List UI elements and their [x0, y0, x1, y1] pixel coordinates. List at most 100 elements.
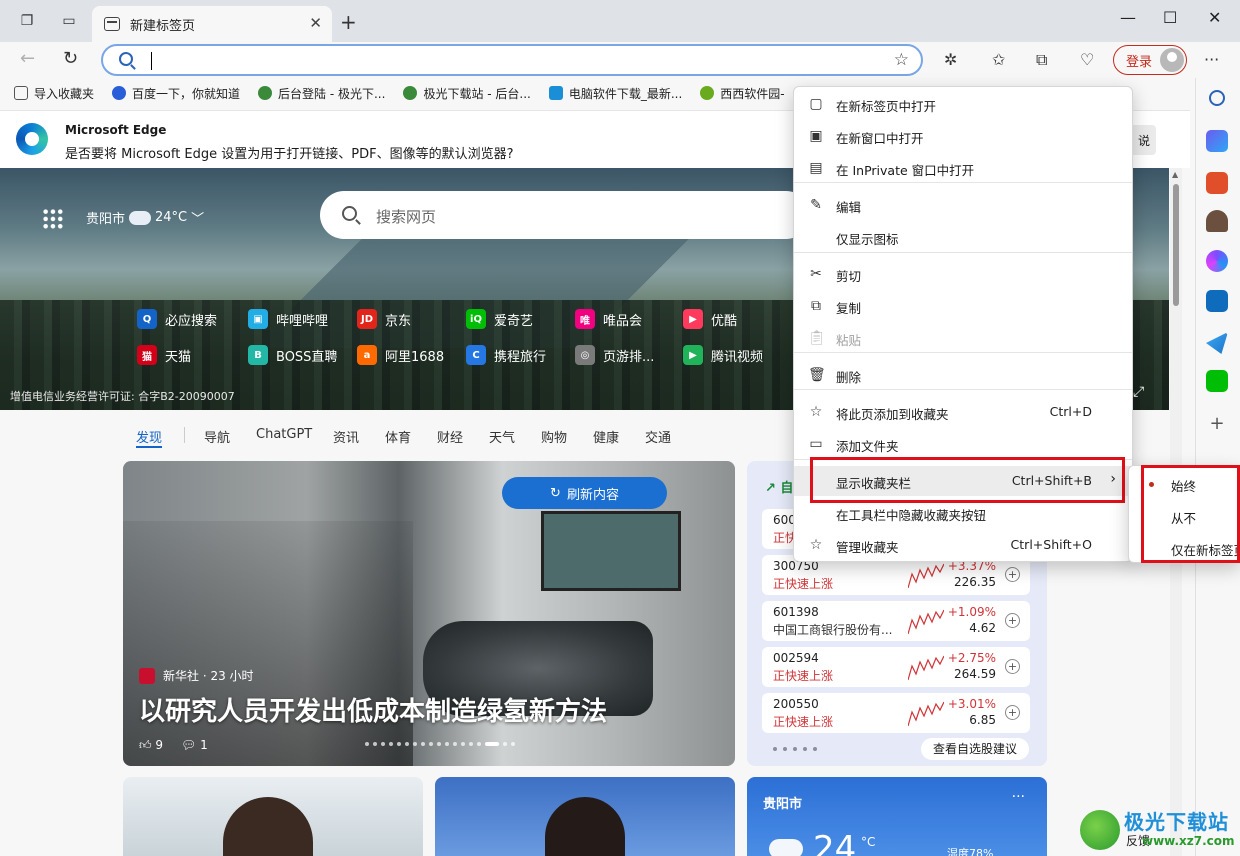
close-window-icon[interactable]: ✕ [1208, 8, 1221, 27]
weather-card[interactable]: 贵阳市 ··· 24 °C 湿度78% [747, 777, 1047, 856]
content-tab-7[interactable]: 购物 [541, 427, 567, 446]
copilot-icon[interactable] [1206, 250, 1228, 272]
hero-weather[interactable]: 贵阳市 24°C ﹀ [86, 205, 204, 227]
workspaces-icon[interactable]: ❐ [16, 10, 38, 32]
quicklink-label: 爱奇艺 [494, 313, 534, 329]
favorites-icon[interactable]: ✩ [992, 50, 1005, 69]
content-tab-2[interactable]: ChatGPT [256, 427, 312, 442]
menu-item-8[interactable]: 🗑︎ 删除 [794, 360, 1132, 390]
web-search-box[interactable]: 搜索网页 [320, 191, 810, 239]
content-tab-3[interactable]: 资讯 [333, 427, 359, 446]
watermark-text: 极光下载站 [1124, 810, 1229, 834]
maximize-icon[interactable]: ☐ [1163, 8, 1177, 27]
minimize-icon[interactable]: — [1120, 8, 1136, 27]
quicklink-bing[interactable]: Q 必应搜索 [137, 309, 217, 329]
more-options-icon[interactable]: ··· [1012, 789, 1025, 805]
bookmark-xixi[interactable]: 西西软件园- [700, 85, 785, 102]
add-stock-icon[interactable]: + [1005, 613, 1020, 628]
content-tab-1[interactable]: 导航 [204, 427, 230, 446]
content-tab-4[interactable]: 体育 [385, 427, 411, 446]
stock-row[interactable]: 002594 正快速上涨 +2.75% 264.59 + [762, 647, 1030, 687]
quicklink-jd[interactable]: JD 京东 [357, 309, 411, 329]
sidebar-search-icon[interactable] [1209, 90, 1225, 106]
like-button[interactable]: 👍︎ 9 [139, 738, 163, 753]
menu-item-5[interactable]: ✂ 剪切 [794, 259, 1132, 289]
content-tab-0[interactable]: 发现 [136, 427, 162, 446]
quicklink-boss[interactable]: B BOSS直聘 [248, 345, 337, 365]
tab-title: 新建标签页 [130, 18, 196, 34]
refresh-content-button[interactable]: ↻ 刷新内容 [502, 477, 667, 509]
menu-item-3[interactable]: ✎ 编辑 [794, 190, 1132, 220]
menu-item-label: 剪切 [836, 269, 862, 284]
content-tab-9[interactable]: 交通 [645, 427, 671, 446]
close-tab-icon[interactable]: ✕ [309, 14, 322, 32]
bookmark-software-download[interactable]: 电脑软件下载_最新... [548, 85, 682, 102]
add-stock-icon[interactable]: + [1005, 567, 1020, 582]
more-menu-icon[interactable]: ··· [1204, 50, 1219, 69]
scroll-thumb[interactable] [1173, 184, 1179, 306]
quicklink-tencent-video[interactable]: ▶ 腾讯视频 [683, 345, 763, 365]
browser-essentials-icon[interactable]: ♡ [1080, 50, 1094, 69]
menu-item-10[interactable]: ▭ 添加文件夹 [794, 429, 1132, 459]
quicklink-bilibili[interactable]: ▣ 哔哩哔哩 [248, 309, 328, 329]
stock-row[interactable]: 200550 正快速上涨 +3.01% 6.85 + [762, 693, 1030, 733]
news-card-3[interactable] [435, 777, 735, 856]
scroll-up-icon[interactable]: ▲ [1172, 170, 1178, 179]
add-sidebar-app-icon[interactable]: + [1206, 413, 1228, 435]
quicklink-youku[interactable]: ▶ 优酷 [683, 309, 737, 329]
quicklink-games[interactable]: ◎ 页游排... [575, 345, 654, 365]
quicklink-iqiyi[interactable]: iQ 爱奇艺 [466, 309, 533, 329]
menu-item-4[interactable]: 仅显示图标 [794, 222, 1132, 252]
back-icon[interactable]: ← [20, 48, 35, 69]
content-tab-6[interactable]: 天气 [489, 427, 515, 446]
expand-icon[interactable]: ⤢ [1133, 384, 1144, 400]
stocks-pager-dots[interactable] [773, 747, 817, 751]
send-icon[interactable] [1206, 332, 1228, 354]
address-row: ← ↻ ☆ ✲ ✩ ⧉ ♡ ··· [0, 42, 1240, 78]
quicklink-vip[interactable]: 唯唯品会 [575, 309, 642, 329]
sign-in-button[interactable]: 登录 [1113, 45, 1187, 75]
menu-item-0[interactable]: ▢ 在新标签页中打开 [794, 89, 1132, 119]
collections-icon[interactable]: ⧉ [1036, 50, 1047, 70]
bookmark-import[interactable]: 导入收藏夹 [14, 85, 94, 102]
tencent-video-icon: ▶ [683, 345, 703, 365]
menu-item-13[interactable]: ☆ 管理收藏夹 Ctrl+Shift+O [794, 530, 1132, 560]
outlook-icon[interactable] [1206, 290, 1228, 312]
apps-grid-icon[interactable] [42, 208, 64, 230]
news-card-2[interactable] [123, 777, 423, 856]
add-favorite-icon[interactable]: ☆ [894, 50, 909, 70]
view-stock-suggestions-button[interactable]: 查看自选股建议 [921, 738, 1029, 760]
iqiyi-sidebar-icon[interactable] [1206, 370, 1228, 392]
games-icon[interactable] [1206, 210, 1228, 232]
carousel-dots[interactable] [365, 742, 515, 746]
content-tab-8[interactable]: 健康 [593, 427, 619, 446]
bookmark-backend-login[interactable]: 后台登陆 - 极光下... [258, 85, 385, 102]
shopping-tag-icon[interactable] [1206, 130, 1228, 152]
tab-actions-icon[interactable]: ▭ [58, 10, 80, 32]
add-stock-icon[interactable]: + [1005, 659, 1020, 674]
menu-item-1[interactable]: ▣ 在新窗口中打开 [794, 121, 1132, 151]
extensions-icon[interactable]: ✲ [944, 50, 957, 69]
dislike-button[interactable]: 💬︎ 1 [181, 738, 208, 753]
bookmark-jiguang[interactable]: 极光下载站 - 后台... [403, 85, 531, 102]
quicklink-alibaba[interactable]: a 阿里1688 [357, 345, 444, 365]
quicklink-ctrip[interactable]: C 携程旅行 [466, 345, 546, 365]
menu-item-shortcut: Ctrl+Shift+O [1010, 537, 1092, 552]
menu-item-9[interactable]: ☆ 将此页添加到收藏夹 Ctrl+D [794, 397, 1132, 427]
tab-new-tab[interactable]: 新建标签页 ✕ [92, 6, 332, 42]
bookmark-baidu[interactable]: 百度一下，你就知道 [112, 85, 240, 102]
content-tab-5[interactable]: 财经 [437, 427, 463, 446]
news-headline[interactable]: 以研究人员开发出低成本制造绿氢新方法 [139, 691, 607, 728]
tools-icon[interactable] [1206, 172, 1228, 194]
stock-row[interactable]: 601398 中国工商银行股份有... +1.09% 4.62 + [762, 601, 1030, 641]
refresh-icon[interactable]: ↻ [63, 48, 78, 69]
add-stock-icon[interactable]: + [1005, 705, 1020, 720]
xixi-icon [700, 86, 715, 100]
address-bar[interactable]: ☆ [101, 44, 923, 76]
quicklink-tmall[interactable]: 猫天猫 [137, 345, 191, 365]
inprivate-icon: ▤ [809, 160, 823, 176]
menu-item-6[interactable]: ⧉ 复制 [794, 291, 1132, 321]
menu-item-2[interactable]: ▤ 在 InPrivate 窗口中打开 [794, 153, 1132, 183]
featured-news-card[interactable]: ↻ 刷新内容 新华社 · 23 小时 以研究人员开发出低成本制造绿氢新方法 👍︎… [123, 461, 735, 766]
new-tab-button[interactable]: + [340, 10, 357, 34]
